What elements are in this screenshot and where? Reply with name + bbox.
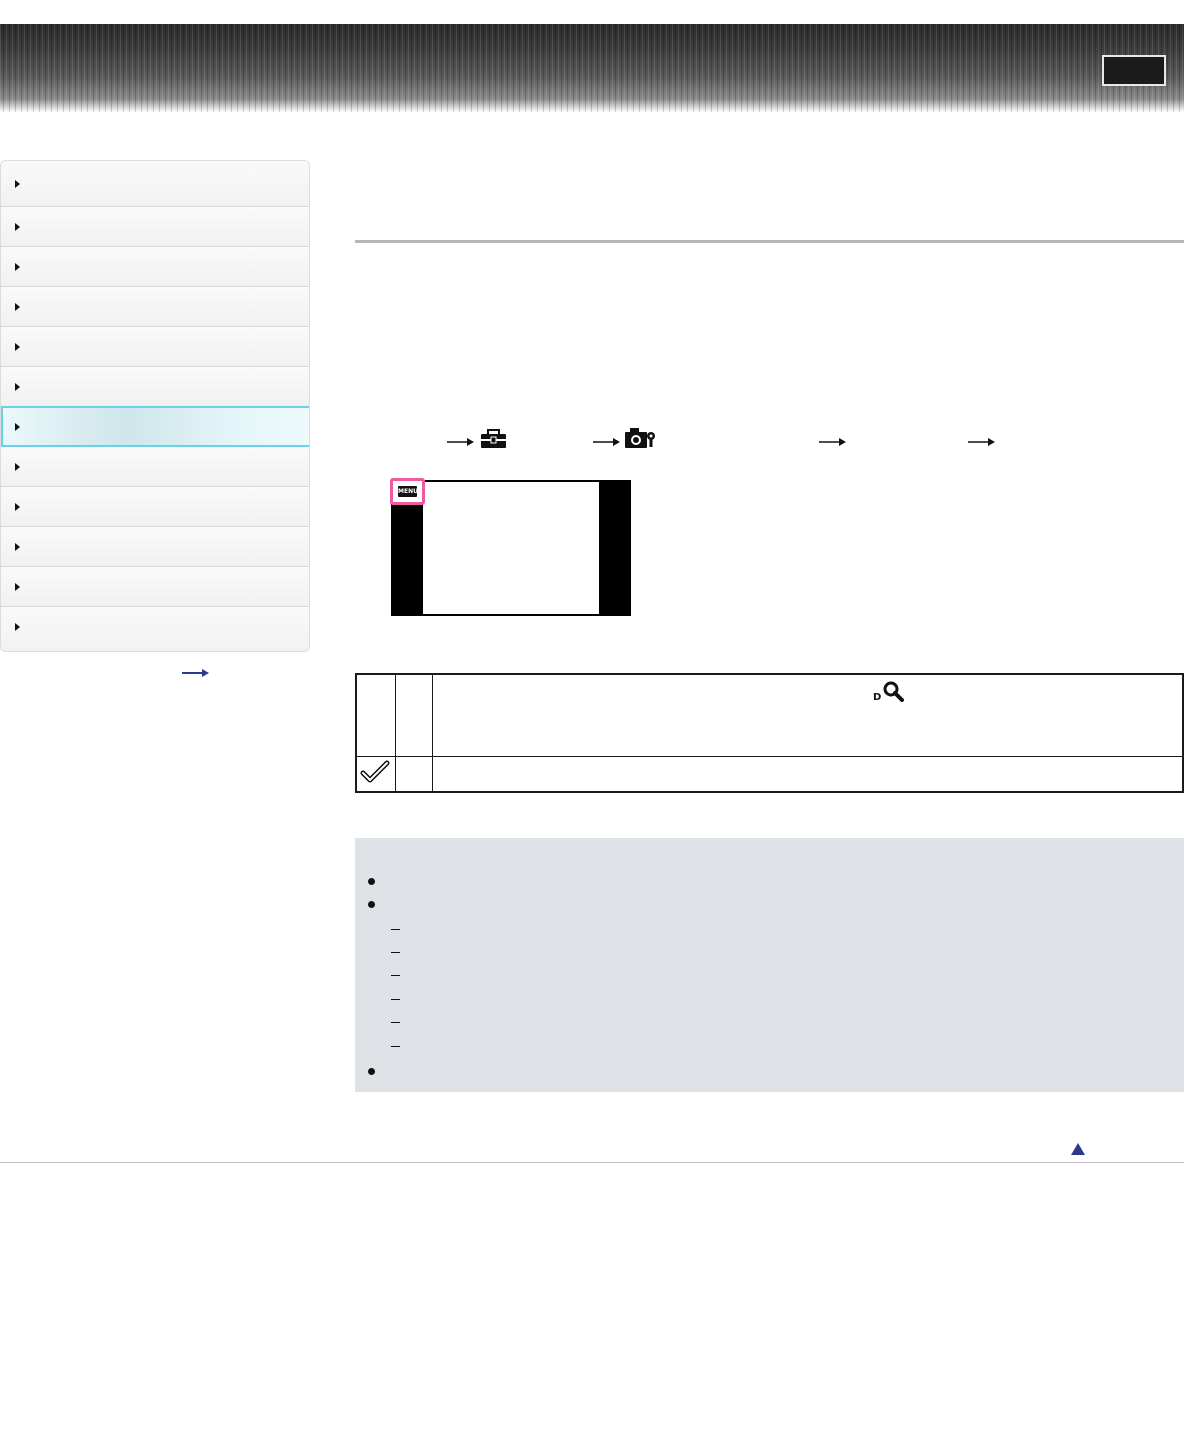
caret-right-icon [15,222,20,231]
arrow-right-icon [968,438,995,446]
sidebar-item-4[interactable] [1,287,309,327]
caret-right-icon [15,582,20,591]
sidebar-item-8[interactable] [1,447,309,487]
triangle-up-icon[interactable] [1070,1142,1086,1156]
check-icon [360,760,390,783]
sidebar-nav [0,160,310,652]
svg-text:D: D [873,692,881,702]
footer-divider [0,1162,1184,1163]
dash-icon [391,975,400,976]
caret-right-icon [15,382,20,391]
options-table [355,673,1184,793]
bullet-icon [368,878,375,885]
table-column-divider [432,675,433,791]
dash-icon [391,1022,400,1023]
dash-icon [391,952,400,953]
bullet-icon [368,901,375,908]
arrow-right-icon [447,438,474,446]
dash-icon [391,1046,400,1047]
toolbox-icon [481,429,506,448]
caret-right-icon [15,462,20,471]
more-link-arrow-icon[interactable] [182,668,210,678]
dash-icon [391,929,400,930]
screen-display-area [423,482,599,614]
sidebar-item-10[interactable] [1,527,309,567]
sidebar-item-2[interactable] [1,207,309,247]
title-divider [355,240,1184,243]
camera-screen-diagram [391,480,631,616]
caret-right-icon [15,179,20,188]
caret-right-icon [15,623,20,631]
sidebar-item-9[interactable] [1,487,309,527]
sidebar-item-12[interactable] [1,607,309,651]
notes-box [355,838,1184,1092]
camera-settings-icon [625,428,655,448]
bullet-icon [368,1068,375,1075]
sidebar-item-3[interactable] [1,247,309,287]
caret-right-icon [15,262,20,271]
menu-button: MENU [398,486,418,497]
caret-right-icon [15,302,20,311]
sidebar-item-7-active[interactable] [1,406,309,447]
arrow-right-icon [819,438,846,446]
header-banner [0,24,1184,112]
menu-button-highlight: MENU [390,478,425,505]
sidebar-item-11[interactable] [1,567,309,607]
caret-right-icon [15,422,20,431]
dash-icon [391,999,400,1000]
sidebar-item-1[interactable] [1,161,309,207]
caret-right-icon [15,542,20,551]
sidebar-item-6[interactable] [1,367,309,407]
digital-zoom-icon: D [873,681,904,702]
caret-right-icon [15,342,20,351]
arrow-right-icon [593,438,620,446]
table-column-divider [395,675,396,791]
table-row-divider [357,756,1182,757]
header-button[interactable] [1102,55,1166,86]
sidebar-item-5[interactable] [1,327,309,367]
caret-right-icon [15,502,20,511]
